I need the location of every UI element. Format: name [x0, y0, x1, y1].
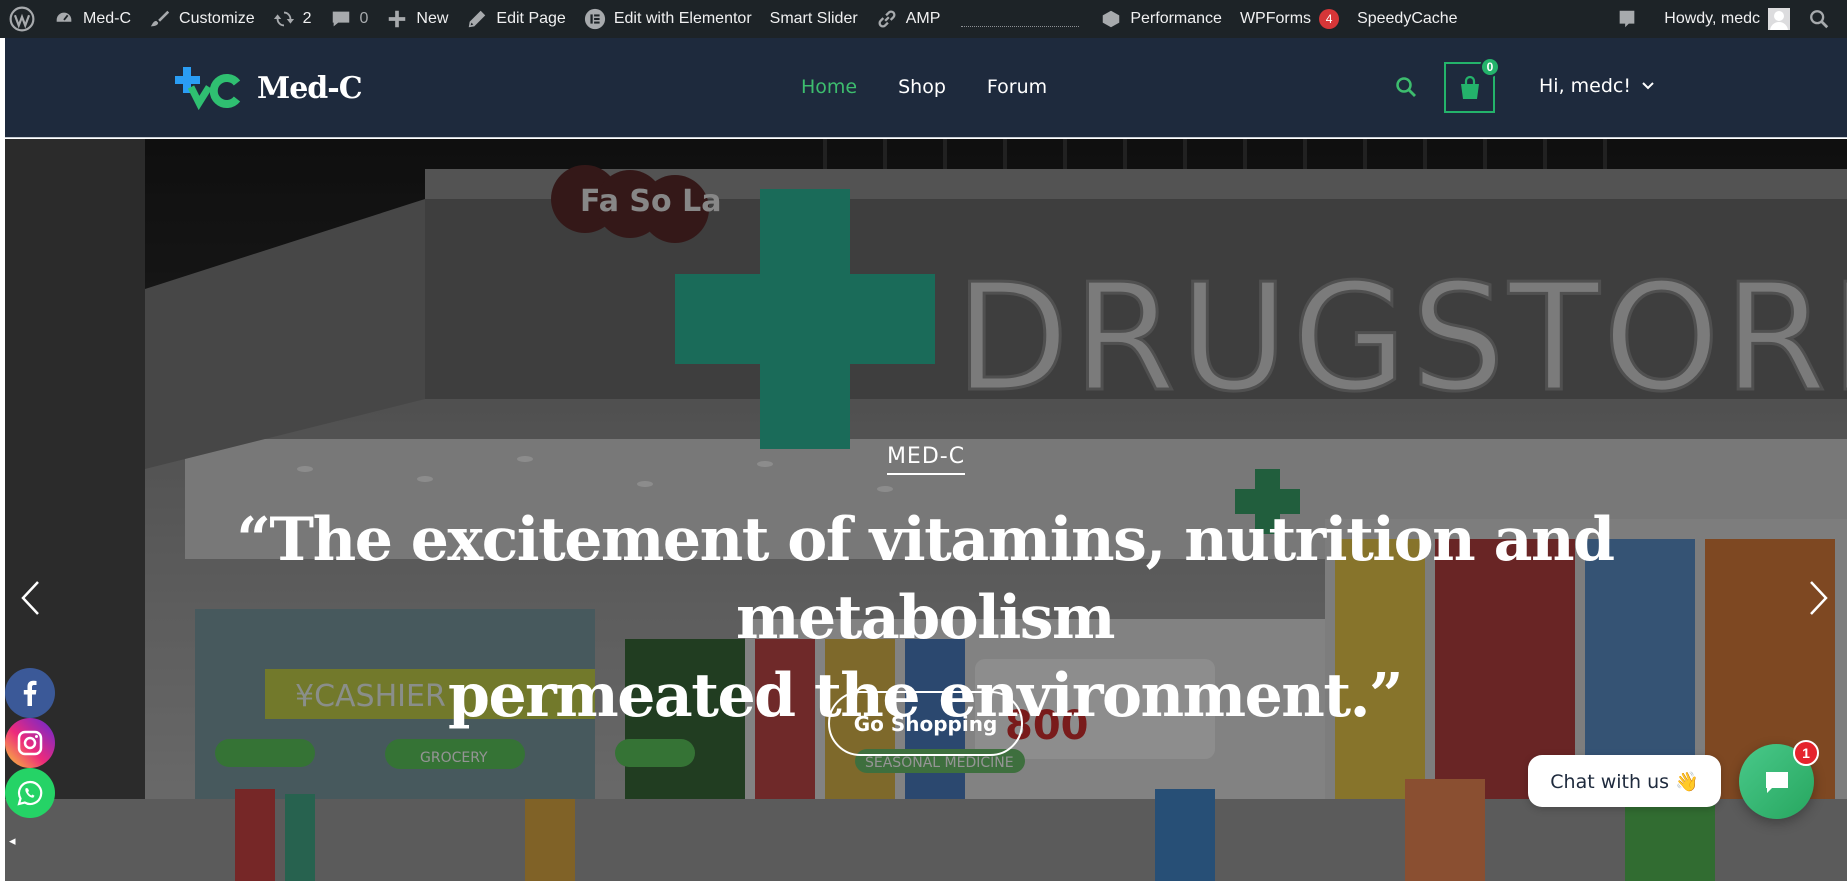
admin-new-link[interactable]: New — [377, 0, 457, 38]
hero-eyebrow-text: MED-C — [886, 444, 966, 475]
admin-account-link[interactable]: Howdy, medc — [1655, 0, 1799, 38]
brush-icon — [150, 10, 170, 27]
search-icon — [1810, 10, 1829, 29]
facebook-share-button[interactable] — [5, 668, 55, 718]
avatar — [1768, 8, 1790, 30]
site-title: Med-C — [257, 70, 363, 106]
user-greeting: Hi, medc! — [1539, 75, 1631, 97]
admin-bar-placeholder — [961, 25, 1080, 27]
nav-item-forum[interactable]: Forum — [987, 76, 1047, 98]
admin-performance-link[interactable]: Performance — [1091, 0, 1231, 38]
whatsapp-icon — [17, 780, 43, 806]
admin-speedycache-link[interactable]: SpeedyCache — [1348, 0, 1467, 38]
main-navigation: Home Shop Forum — [801, 76, 1047, 98]
social-collapse-toggle[interactable]: ◂ — [9, 833, 16, 849]
instagram-share-button[interactable] — [5, 718, 55, 768]
admin-wpforms-badge: 4 — [1319, 9, 1340, 29]
chevron-down-icon — [1642, 82, 1654, 90]
admin-edit-page-label: Edit Page — [496, 10, 566, 27]
performance-icon — [1103, 10, 1120, 28]
site-header: Med-C Home Shop Forum 0 Hi, medc! — [5, 38, 1847, 138]
nav-item-shop[interactable]: Shop — [898, 76, 946, 98]
slider-prev-arrow-icon[interactable] — [18, 579, 44, 617]
admin-comments-count: 0 — [359, 10, 369, 27]
admin-edit-page-link[interactable]: Edit Page — [457, 0, 574, 38]
notification-icon — [1619, 10, 1635, 28]
admin-new-label: New — [416, 10, 449, 27]
wp-admin-bar: Med-C Customize 2 0 New Edit Page Edit w… — [0, 0, 1847, 38]
admin-smart-slider-label: Smart Slider — [769, 10, 858, 27]
shopping-bag-icon — [1460, 75, 1479, 99]
instagram-icon — [17, 730, 43, 756]
link-icon — [878, 10, 896, 28]
plus-icon — [389, 10, 406, 28]
admin-updates-count: 2 — [302, 10, 312, 27]
cart-count-badge: 0 — [1480, 57, 1500, 77]
comment-icon — [332, 11, 349, 27]
admin-wpforms-label: WPForms — [1239, 10, 1312, 27]
admin-wpforms-link[interactable]: WPForms 4 — [1231, 0, 1348, 38]
medc-logo-icon — [175, 67, 241, 111]
admin-howdy-label: Howdy, medc — [1664, 10, 1760, 27]
cart-button[interactable]: 0 — [1444, 57, 1500, 113]
admin-amp-label: AMP — [905, 10, 941, 27]
admin-customize-label: Customize — [179, 10, 255, 27]
admin-elementor-label: Edit with Elementor — [613, 10, 752, 27]
facebook-icon — [23, 680, 37, 706]
chat-icon — [1765, 771, 1788, 793]
hero-quote-line-1: “The excitement of vitamins, nutrition a… — [236, 505, 1615, 653]
admin-notification-link[interactable] — [1607, 0, 1655, 38]
go-shopping-button[interactable]: Go Shopping — [828, 691, 1023, 756]
search-icon — [1396, 77, 1416, 97]
whatsapp-share-button[interactable] — [5, 768, 55, 818]
update-icon — [273, 11, 294, 27]
admin-site-name-label: Med-C — [83, 10, 132, 27]
admin-speedycache-label: SpeedyCache — [1357, 10, 1458, 27]
elementor-icon — [584, 8, 605, 30]
nav-item-home[interactable]: Home — [801, 76, 857, 98]
wordpress-logo-icon[interactable] — [0, 0, 44, 38]
chat-prompt-bubble[interactable]: Chat with us 👋 — [1528, 755, 1721, 807]
pencil-icon — [469, 10, 486, 28]
site-logo[interactable]: Med-C — [175, 65, 363, 111]
admin-search-button[interactable] — [1799, 0, 1847, 38]
header-search-button[interactable] — [1392, 74, 1420, 102]
admin-site-name[interactable]: Med-C — [44, 0, 140, 38]
admin-smart-slider-link[interactable]: Smart Slider — [761, 0, 867, 38]
dashboard-icon — [54, 10, 74, 24]
chat-unread-badge: 1 — [1793, 740, 1819, 766]
admin-updates-link[interactable]: 2 — [264, 0, 321, 38]
admin-amp-link[interactable]: AMP — [867, 0, 950, 38]
admin-comments-link[interactable]: 0 — [321, 0, 378, 38]
slider-next-arrow-icon[interactable] — [1805, 579, 1831, 617]
user-menu[interactable]: Hi, medc! — [1539, 75, 1655, 97]
admin-customize-link[interactable]: Customize — [140, 0, 264, 38]
hero-eyebrow: MED-C — [5, 444, 1847, 475]
admin-elementor-link[interactable]: Edit with Elementor — [575, 0, 761, 38]
admin-performance-label: Performance — [1130, 10, 1222, 27]
